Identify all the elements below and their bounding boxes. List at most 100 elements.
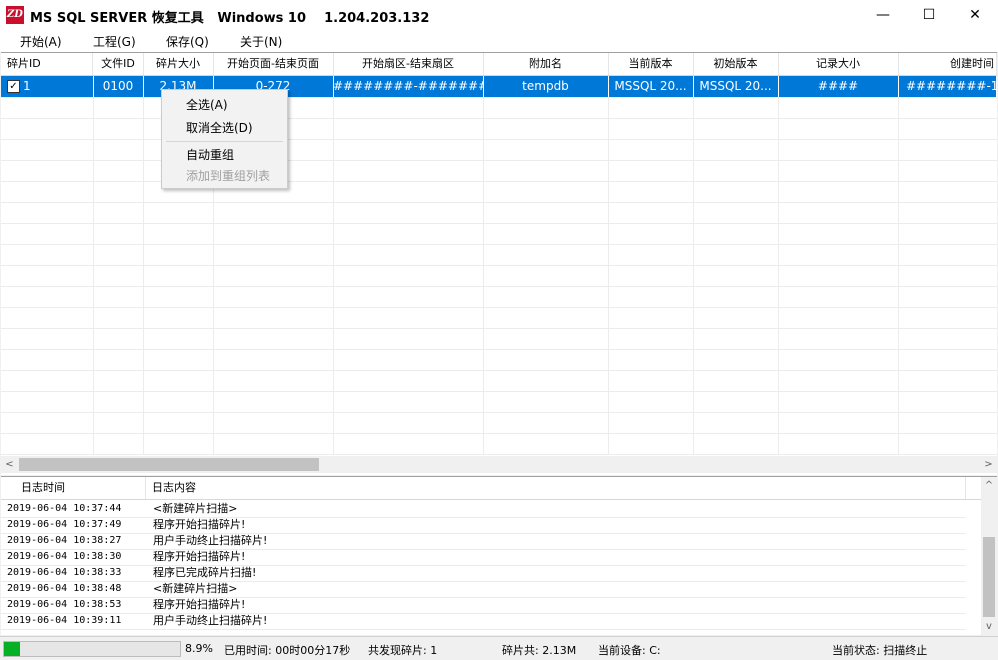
log-time: 2019-06-04 10:37:49 [7,519,122,530]
window-title: MS SQL SERVER 恢复工具 Windows 10 1.204.203.… [30,11,430,26]
log-row[interactable]: 2019-06-04 10:39:11 用户手动终止扫描碎片! [1,613,966,630]
empty-cell [143,223,214,244]
empty-cell [608,307,694,328]
cell-initial-version: MSSQL 20... [693,76,779,97]
empty-cell [693,307,779,328]
close-button[interactable]: ✕ [952,0,998,30]
log-time: 2019-06-04 10:38:33 [7,567,122,578]
empty-cell [608,118,694,139]
log-time: 2019-06-04 10:37:44 [7,503,122,514]
scroll-left-icon[interactable]: < [1,456,18,473]
empty-cell [213,391,334,412]
col-current-version[interactable]: 当前版本 [608,53,694,75]
scroll-right-icon[interactable]: > [980,456,997,473]
log-row[interactable]: 2019-06-04 10:37:49 程序开始扫描碎片! [1,517,966,534]
empty-cell [483,160,609,181]
empty-cell [898,328,997,349]
scroll-thumb[interactable] [19,458,319,471]
log-panel[interactable]: 日志时间 日志内容 2019-06-04 10:37:44 <新建碎片扫描> 201… [1,476,997,635]
empty-cell [483,286,609,307]
menu-project[interactable]: 工程(G) [93,33,136,50]
maximize-button[interactable]: ☐ [906,0,952,30]
col-log-time[interactable]: 日志时间 [1,477,146,499]
empty-cell [778,370,899,391]
current-state: 当前状态: 扫描终止 [832,644,928,657]
cell-create-time: ########-16:4 [898,76,997,97]
empty-cell [143,244,214,265]
col-create-time[interactable]: 创建时间 [898,53,997,75]
row-checkbox[interactable]: ✓ [7,80,20,93]
empty-cell [93,391,144,412]
empty-cell [213,433,334,454]
empty-row [1,97,997,119]
context-deselect-all[interactable]: 取消全选(D) [186,119,253,136]
col-page-range[interactable]: 开始页面-结束页面 [213,53,334,75]
empty-cell [693,265,779,286]
col-sector-range[interactable]: 开始扇区-结束扇区 [333,53,484,75]
empty-cell [333,412,484,433]
empty-cell [898,118,997,139]
col-attach-name[interactable]: 附加名 [483,53,609,75]
col-fragment-size[interactable]: 碎片大小 [143,53,214,75]
empty-row [1,265,997,287]
vertical-scrollbar[interactable]: ^ v [981,477,997,635]
empty-cell [778,349,899,370]
context-menu: 全选(A) 取消全选(D) 自动重组 添加到重组列表 [161,89,288,189]
menu-save[interactable]: 保存(Q) [166,33,209,50]
log-row[interactable]: 2019-06-04 10:38:33 程序已完成碎片扫描! [1,565,966,582]
empty-cell [483,97,609,118]
log-row[interactable]: 2019-06-04 10:38:30 程序开始扫描碎片! [1,549,966,566]
empty-cell [898,412,997,433]
log-scroll-thumb[interactable] [983,537,995,617]
empty-cell [213,202,334,223]
empty-cell [1,370,94,391]
log-time: 2019-06-04 10:38:30 [7,551,122,562]
progress-bar [3,641,181,657]
log-message: 程序开始扫描碎片! [153,518,246,531]
col-initial-version[interactable]: 初始版本 [693,53,779,75]
context-select-all[interactable]: 全选(A) [186,96,228,113]
empty-cell [1,328,94,349]
log-row[interactable]: 2019-06-04 10:38:53 程序开始扫描碎片! [1,597,966,614]
log-row[interactable]: 2019-06-04 10:37:44 <新建碎片扫描> [1,501,966,518]
empty-cell [93,223,144,244]
col-record-size[interactable]: 记录大小 [778,53,899,75]
empty-cell [778,160,899,181]
empty-cell [693,244,779,265]
empty-row [1,181,997,203]
empty-cell [213,412,334,433]
minimize-button[interactable]: — [860,0,906,30]
empty-cell [143,349,214,370]
col-file-id[interactable]: 文件ID [93,53,144,75]
scroll-up-icon[interactable]: ^ [981,477,997,494]
empty-cell [693,118,779,139]
empty-cell [333,370,484,391]
log-row[interactable]: 2019-06-04 10:38:27 用户手动终止扫描碎片! [1,533,966,550]
col-log-content[interactable]: 日志内容 [146,477,966,499]
empty-row [1,202,997,224]
log-row[interactable]: 2019-06-04 10:38:48 <新建碎片扫描> [1,581,966,598]
fragment-grid[interactable]: 碎片ID 文件ID 碎片大小 开始页面-结束页面 开始扇区-结束扇区 附加名 当… [1,52,997,475]
empty-cell [483,202,609,223]
empty-cell [333,202,484,223]
col-fragment-id[interactable]: 碎片ID [1,53,93,75]
empty-cell [93,412,144,433]
menu-start[interactable]: 开始(A) [20,33,62,50]
table-row[interactable]: ✓ 1 0100 2.13M 0-272 ########-######## t… [1,76,997,98]
empty-cell [1,433,94,454]
horizontal-scrollbar[interactable]: < > [1,456,997,473]
log-time: 2019-06-04 10:38:53 [7,599,122,610]
empty-cell [693,97,779,118]
empty-cell [608,244,694,265]
empty-cell [608,391,694,412]
menu-about[interactable]: 关于(N) [240,33,282,50]
empty-cell [93,181,144,202]
empty-cell [333,433,484,454]
empty-cell [778,181,899,202]
context-auto-reassemble[interactable]: 自动重组 [186,146,234,163]
scroll-down-icon[interactable]: v [981,618,997,635]
empty-cell [1,223,94,244]
empty-cell [143,202,214,223]
empty-row [1,349,997,371]
empty-row [1,328,997,350]
